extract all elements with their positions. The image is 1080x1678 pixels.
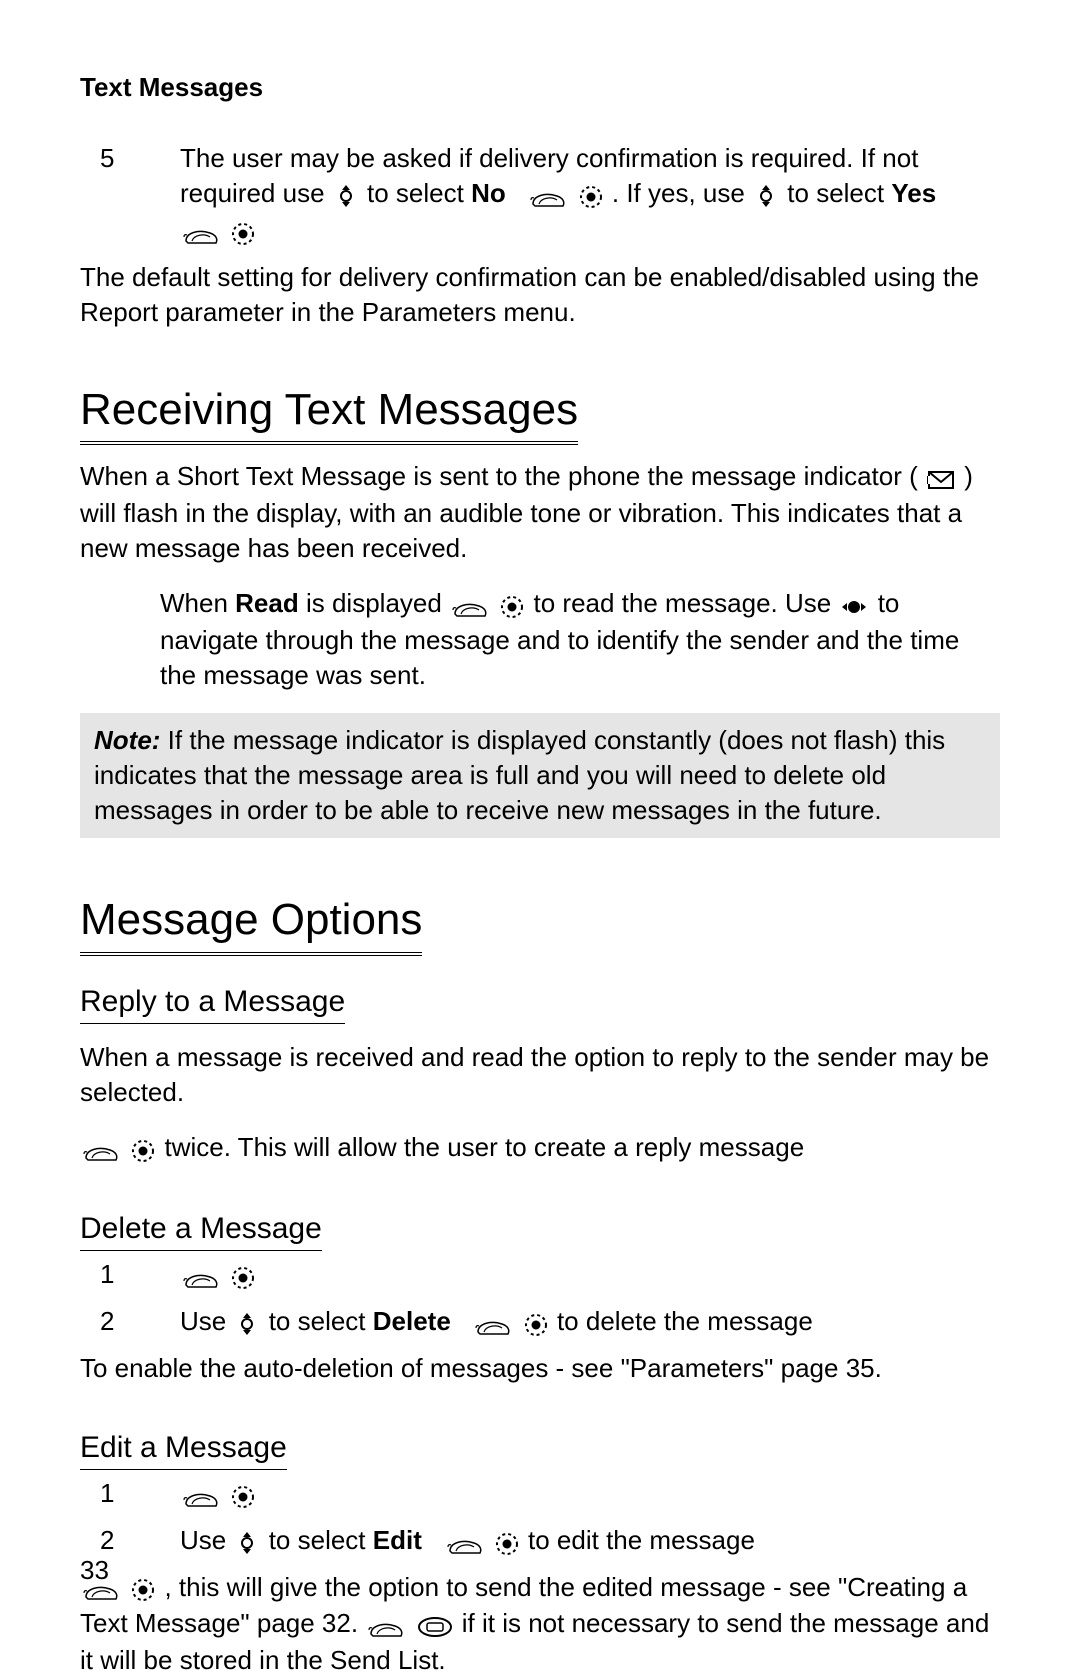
select-icon bbox=[231, 1259, 255, 1294]
paragraph: The default setting for delivery confirm… bbox=[80, 260, 1000, 330]
press-icon bbox=[529, 178, 567, 213]
step-row: 1 bbox=[80, 1476, 1000, 1513]
text: to select bbox=[787, 178, 891, 208]
note-label: Note: bbox=[94, 725, 160, 755]
page-header: Text Messages bbox=[80, 70, 1000, 105]
step-number: 5 bbox=[80, 141, 180, 176]
subheading-delete: Delete a Message bbox=[80, 1209, 322, 1252]
text: to select bbox=[269, 1306, 373, 1336]
step-number: 1 bbox=[80, 1257, 180, 1292]
paragraph: twice. This will allow the user to creat… bbox=[80, 1130, 1000, 1167]
text: to edit the message bbox=[528, 1525, 755, 1555]
select-icon bbox=[579, 178, 603, 213]
subheading-reply: Reply to a Message bbox=[80, 982, 345, 1025]
press-icon bbox=[182, 1478, 220, 1513]
step-body: Use to select Delete to delete the messa… bbox=[180, 1304, 1000, 1341]
select-icon bbox=[231, 1478, 255, 1513]
subheading-edit: Edit a Message bbox=[80, 1428, 287, 1471]
read-word: Read bbox=[235, 588, 299, 618]
option-yes: Yes bbox=[891, 178, 936, 208]
text: Use bbox=[180, 1306, 233, 1336]
updown-icon bbox=[235, 1306, 259, 1341]
paragraph: When a Short Text Message is sent to the… bbox=[80, 459, 1000, 566]
select-icon bbox=[495, 1525, 519, 1560]
option-no: No bbox=[471, 178, 506, 208]
step-number: 2 bbox=[80, 1304, 180, 1339]
text: to read the message. Use bbox=[534, 588, 839, 618]
step-row: 1 bbox=[80, 1257, 1000, 1294]
text: When a Short Text Message is sent to the… bbox=[80, 461, 918, 491]
step-number: 1 bbox=[80, 1476, 180, 1511]
paragraph: When a message is received and read the … bbox=[80, 1040, 1000, 1110]
press-icon bbox=[474, 1306, 512, 1341]
text: to select bbox=[367, 178, 471, 208]
step-body bbox=[180, 1476, 1000, 1513]
paragraph: When Read is displayed to read the messa… bbox=[160, 586, 1000, 693]
press-icon bbox=[451, 588, 489, 623]
page-number: 33 bbox=[80, 1553, 109, 1588]
manual-page: Text Messages 5 The user may be asked if… bbox=[0, 0, 1080, 1632]
envelope-icon bbox=[927, 461, 955, 496]
text: to select bbox=[269, 1525, 373, 1555]
text: . If yes, use bbox=[612, 178, 752, 208]
step-body: The user may be asked if delivery confir… bbox=[180, 141, 1000, 249]
select-icon bbox=[131, 1132, 155, 1167]
paragraph: , this will give the option to send the … bbox=[80, 1570, 1000, 1678]
step-body: Use to select Edit to edit the message bbox=[180, 1523, 1000, 1560]
leftright-icon bbox=[840, 588, 868, 623]
softkey-icon bbox=[417, 1608, 453, 1643]
press-icon bbox=[182, 214, 220, 249]
step-body bbox=[180, 1257, 1000, 1294]
text: to delete the message bbox=[557, 1306, 813, 1336]
edit-word: Edit bbox=[373, 1525, 422, 1555]
select-icon bbox=[500, 588, 524, 623]
updown-icon bbox=[754, 178, 778, 213]
step-row: 2 Use to select Delete to delete the mes… bbox=[80, 1304, 1000, 1341]
paragraph: To enable the auto-deletion of messages … bbox=[80, 1351, 1000, 1386]
step-row: 5 The user may be asked if delivery conf… bbox=[80, 141, 1000, 249]
section-heading-receiving: Receiving Text Messages bbox=[80, 380, 578, 445]
updown-icon bbox=[235, 1525, 259, 1560]
text: twice. This will allow the user to creat… bbox=[164, 1132, 804, 1162]
updown-icon bbox=[334, 178, 358, 213]
note-text: If the message indicator is displayed co… bbox=[94, 725, 945, 825]
select-icon bbox=[131, 1571, 155, 1606]
text: When bbox=[160, 588, 235, 618]
press-icon bbox=[367, 1608, 405, 1643]
press-icon bbox=[182, 1259, 220, 1294]
press-icon bbox=[446, 1525, 484, 1560]
section-heading-options: Message Options bbox=[80, 890, 422, 955]
select-icon bbox=[231, 214, 255, 249]
delete-word: Delete bbox=[373, 1306, 451, 1336]
step-row: 2 Use to select Edit to edit the message bbox=[80, 1523, 1000, 1560]
text: Use bbox=[180, 1525, 233, 1555]
text: is displayed bbox=[306, 588, 449, 618]
select-icon bbox=[524, 1306, 548, 1341]
note-box: Note: If the message indicator is displa… bbox=[80, 713, 1000, 838]
press-icon bbox=[82, 1132, 120, 1167]
